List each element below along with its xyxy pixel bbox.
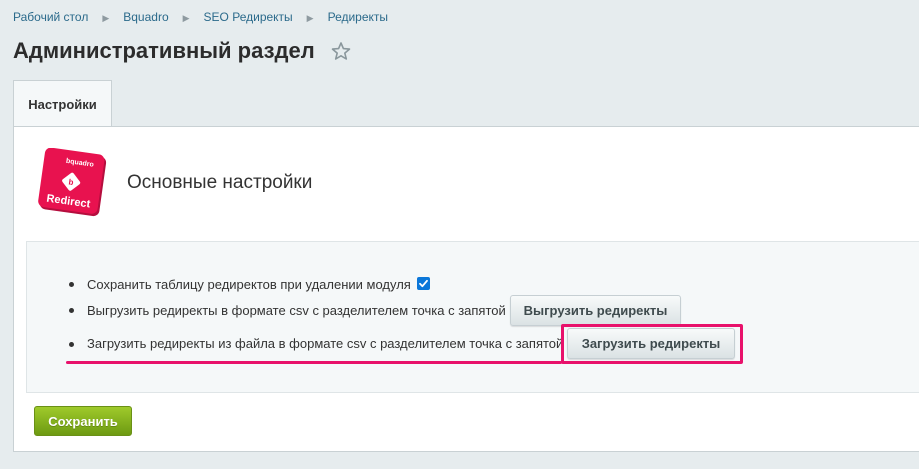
checkmark-icon [419,279,428,288]
redirect-module-logo: bquadro b Redirect [38,148,107,217]
breadcrumb: Рабочий стол ▶ Bquadro ▶ SEO Редиректы ▶ Редир… [13,10,388,24]
highlight-frame [561,324,743,364]
page-title: Административный раздел [13,38,315,63]
highlight-underline [66,361,562,364]
bullet [69,342,74,347]
tab-settings-label: Настройки [28,96,97,112]
option-export-label: Выгрузить редиректы в формате csv с разд… [87,303,506,318]
breadcrumb-item-desktop[interactable]: Рабочий стол [13,10,88,24]
breadcrumb-item-seo-redirects[interactable]: SEO Редиректы [204,10,293,24]
save-button[interactable]: Сохранить [34,406,132,436]
bullet [69,308,74,313]
chevron-right-icon: ▶ [182,13,190,23]
export-redirects-button[interactable]: Выгрузить редиректы [510,295,681,326]
section-title: Основные настройки [127,172,313,193]
star-icon[interactable] [331,41,351,61]
option-keep-table-label: Сохранить таблицу редиректов при удалени… [87,277,411,292]
breadcrumb-item-redirects[interactable]: Редиректы [328,10,388,24]
chevron-right-icon: ▶ [102,13,110,23]
keep-table-checkbox[interactable] [417,277,430,290]
bullet [69,282,74,287]
chevron-right-icon: ▶ [306,13,314,23]
breadcrumb-item-bquadro[interactable]: Bquadro [123,10,168,24]
option-import-label: Загрузить редиректы из файла в формате c… [87,336,564,351]
tab-settings[interactable]: Настройки [13,80,112,127]
